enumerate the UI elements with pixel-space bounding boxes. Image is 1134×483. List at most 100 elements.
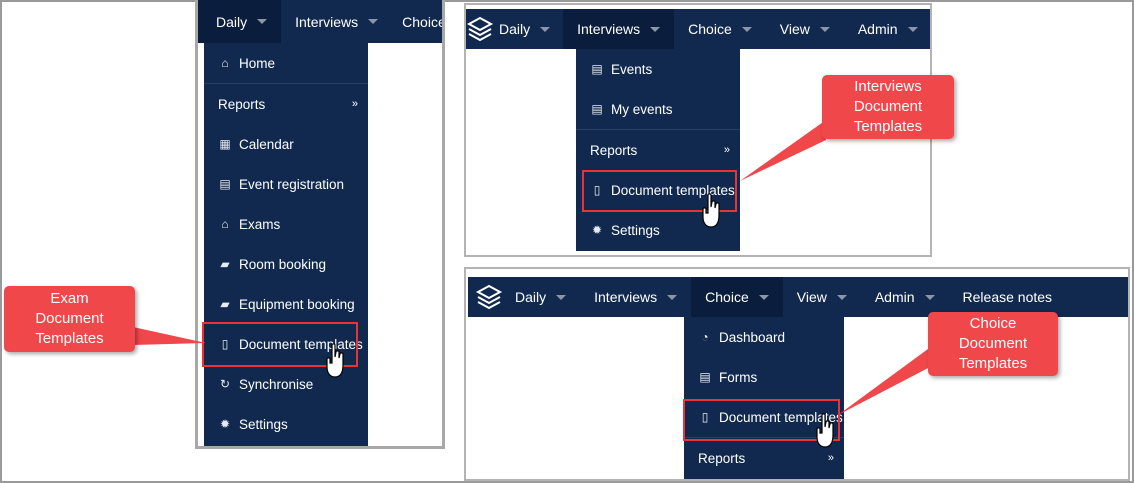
menu-item-label: Settings [611, 222, 660, 238]
menu-item-label: Reports [590, 142, 638, 158]
nav-daily[interactable]: Daily [510, 277, 580, 317]
submenu-arrow-icon: » [827, 452, 834, 464]
menu-item-label: Calendar [239, 136, 294, 152]
list-icon: ▤ [699, 370, 711, 384]
nav-interviews[interactable]: Interviews [281, 0, 392, 43]
list-icon: ▤ [591, 62, 603, 76]
nav-label: Admin [874, 289, 915, 305]
menu-item-home[interactable]: ⌂ Home [204, 43, 368, 83]
menu-item-label: Reports [218, 96, 266, 112]
callout-text: Interviews Document Templates [853, 78, 923, 135]
nav-label: Daily [499, 21, 531, 37]
nav-interviews[interactable]: Interviews [563, 9, 675, 49]
chevron-down-icon [540, 26, 551, 32]
nav-label: Choice [688, 21, 732, 37]
gear-icon: ✹ [219, 417, 231, 431]
top-navbar: Daily Interviews Choice View Admin Relea… [468, 277, 1128, 317]
callout-choice: Choice Document Templates [928, 312, 1058, 376]
top-navbar: Daily Interviews Choice [198, 0, 445, 43]
menu-item-equipment-booking[interactable]: ▰ Equipment booking [204, 284, 368, 324]
menu-item-label: Exams [239, 216, 281, 232]
menu-item-my-events[interactable]: ▤ My events [576, 89, 740, 129]
app-logo-icon[interactable] [466, 9, 494, 49]
menu-item-label: Dashboard [719, 329, 786, 345]
daily-dropdown-menu: ⌂ Home Reports » ▦ Calendar ▤ Event registra… [204, 43, 368, 446]
nav-label: Interviews [577, 21, 641, 37]
top-navbar: Daily Interviews Choice View Admin [466, 9, 930, 49]
nav-label: Interviews [594, 289, 658, 305]
callout-exam: Exam Document Templates [4, 286, 135, 352]
nav-label: Release notes [962, 289, 1053, 305]
chevron-down-icon [368, 19, 379, 24]
list-icon: ▤ [219, 177, 231, 191]
gear-icon: ✹ [591, 223, 603, 237]
callout-text: Exam Document Templates [35, 290, 104, 347]
dashboard-icon: ◔ [701, 330, 709, 344]
menu-item-settings[interactable]: ✹ Settings [204, 404, 368, 444]
nav-daily[interactable]: Daily [198, 0, 282, 43]
menu-item-label: Equipment booking [239, 296, 355, 312]
menu-item-reports[interactable]: Reports » [204, 83, 368, 124]
submenu-arrow-icon: » [723, 144, 730, 156]
chevron-down-icon [650, 26, 661, 32]
app-logo-icon[interactable] [468, 277, 510, 317]
menu-item-room-booking[interactable]: ▰ Room booking [204, 244, 368, 284]
menu-item-dashboard[interactable]: ◔ Dashboard [684, 317, 844, 357]
chevron-down-icon [907, 26, 918, 32]
submenu-arrow-icon: » [351, 98, 358, 110]
chevron-down-icon [257, 19, 268, 24]
nav-label: View [779, 21, 810, 37]
menu-item-label: Synchronise [239, 376, 314, 392]
nav-label: View [796, 289, 827, 305]
refresh-icon: ↻ [219, 377, 231, 391]
menu-item-label: Events [611, 61, 653, 77]
chevron-down-icon [819, 26, 830, 32]
nav-view[interactable]: View [783, 277, 861, 317]
menu-item-label: Forms [719, 369, 758, 385]
menu-item-label: Room booking [239, 256, 327, 272]
menu-item-label: Reports [698, 450, 746, 466]
home-icon: ⌂ [221, 56, 229, 70]
nav-choice[interactable]: Choice [691, 277, 783, 317]
hand-cursor-icon [326, 343, 344, 378]
nav-label: Interviews [295, 13, 359, 30]
menu-item-exams[interactable]: ⌂ Exams [204, 204, 368, 244]
menu-item-label: Home [239, 55, 276, 71]
nav-label: Admin [857, 21, 898, 37]
nav-admin[interactable]: Admin [844, 9, 930, 49]
nav-choice[interactable]: Choice [674, 9, 766, 49]
nav-label: Daily [515, 289, 547, 305]
menu-item-forms[interactable]: ▤ Forms [684, 357, 844, 397]
menu-item-label: Event registration [239, 176, 345, 192]
list-icon: ▤ [591, 102, 603, 116]
nav-label: Choice [402, 13, 445, 30]
chevron-down-icon [556, 294, 567, 300]
chevron-down-icon [836, 294, 847, 300]
menu-item-events[interactable]: ▤ Events [576, 49, 740, 89]
nav-release-notes[interactable]: Release notes [949, 277, 1067, 317]
nav-choice[interactable]: Choice [392, 0, 445, 43]
chevron-down-icon [741, 26, 752, 32]
chevron-down-icon [758, 294, 769, 300]
hand-cursor-icon [702, 193, 720, 228]
nav-view[interactable]: View [766, 9, 844, 49]
menu-item-calendar[interactable]: ▦ Calendar [204, 124, 368, 164]
menu-item-label: Settings [239, 416, 288, 432]
panel-exam: Daily Interviews Choice ⌂ Home Reports » ▦… [195, 0, 445, 449]
callout-text: Choice Document Templates [958, 315, 1028, 372]
hand-cursor-icon [816, 413, 834, 448]
nav-admin[interactable]: Admin [861, 277, 949, 317]
menu-item-event-registration[interactable]: ▤ Event registration [204, 164, 368, 204]
nav-label: Daily [216, 13, 248, 30]
nav-interviews[interactable]: Interviews [580, 277, 691, 317]
bank-icon: ⌂ [221, 217, 229, 231]
menu-item-label: My events [611, 101, 673, 117]
callout-interviews: Interviews Document Templates [822, 75, 954, 139]
chevron-down-icon [667, 294, 678, 300]
nav-label: Choice [705, 289, 749, 305]
book-icon: ▰ [220, 257, 230, 271]
menu-item-reports[interactable]: Reports » [576, 129, 740, 170]
calendar-icon: ▦ [219, 137, 231, 151]
nav-daily[interactable]: Daily [494, 9, 563, 49]
book-icon: ▰ [220, 297, 230, 311]
